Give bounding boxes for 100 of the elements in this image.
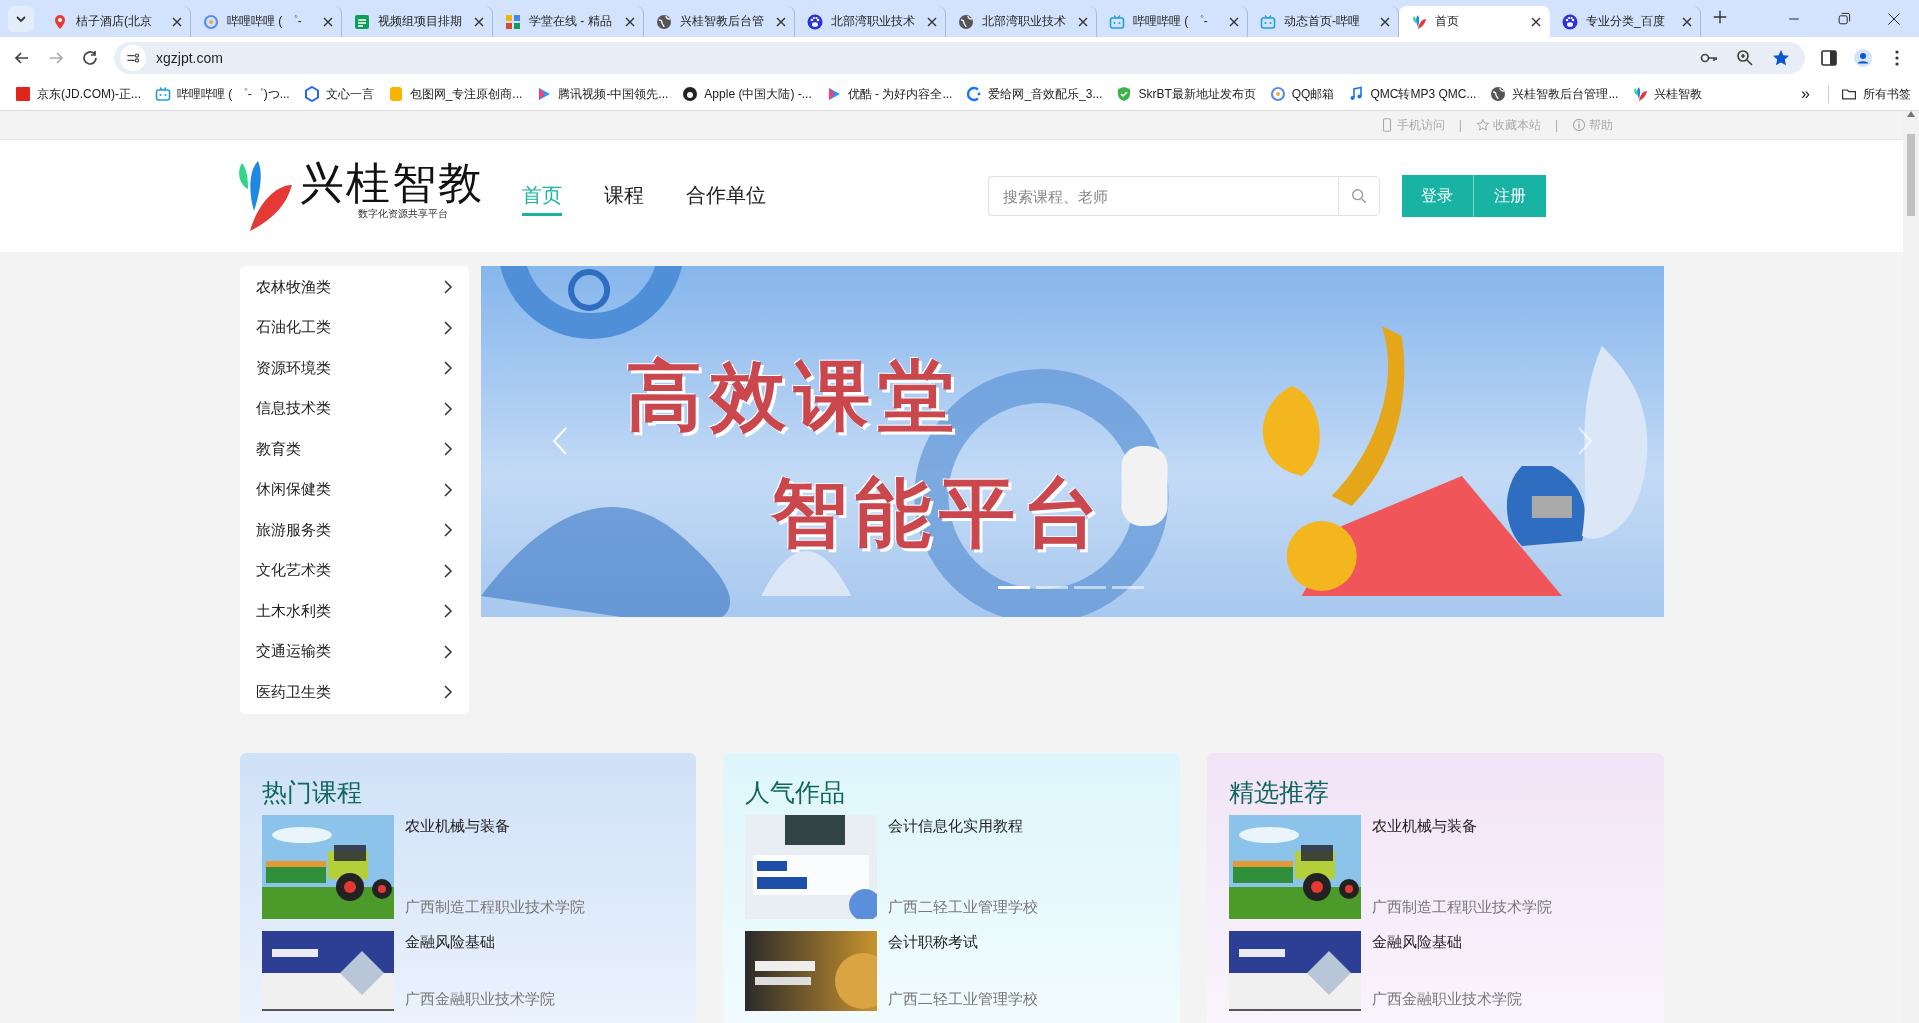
sheet-icon — [354, 13, 370, 30]
chevron-right-icon — [442, 280, 453, 295]
bookmark-item[interactable]: 文心一言 — [296, 81, 381, 107]
more-bookmarks-button[interactable]: » — [1791, 85, 1820, 103]
tv-icon — [1109, 13, 1125, 30]
new-tab-icon[interactable] — [1711, 8, 1729, 26]
banner-headline: 智能平台 — [770, 469, 1107, 557]
search-field[interactable]: 搜索课程、老师 — [987, 176, 1338, 216]
category-item[interactable]: 土木水利类 — [239, 591, 469, 632]
chevron-right-icon — [442, 563, 453, 578]
category-item[interactable]: 旅游服务类 — [239, 510, 469, 551]
school-name: 广西金融职业技术学院 — [404, 989, 555, 1009]
bookmark-item[interactable]: QQ邮箱 — [1262, 81, 1342, 107]
zoom-icon[interactable] — [1735, 47, 1755, 68]
globe-icon — [656, 13, 672, 30]
close-icon[interactable] — [1886, 10, 1902, 27]
close-icon[interactable] — [1682, 16, 1692, 27]
category-item[interactable]: 交通运输类 — [239, 631, 469, 672]
logo-text: 兴桂智教 — [299, 159, 484, 207]
chevron-right-icon — [442, 644, 453, 659]
grid-icon — [505, 13, 521, 30]
bookmark-item[interactable]: 兴桂智教后台管理... — [1483, 81, 1626, 107]
ring-icon — [1269, 86, 1286, 102]
chevron-right-icon — [442, 604, 453, 619]
leaf-logo-icon — [1632, 86, 1649, 102]
caret-icon — [15, 13, 27, 25]
bookmark-item[interactable]: 腾讯视频-中国领先... — [529, 81, 676, 107]
banner-headline: 高效课堂 — [625, 352, 963, 440]
globe-icon — [958, 13, 974, 30]
category-item[interactable]: 文化艺术类 — [239, 550, 469, 591]
close-icon[interactable] — [1380, 16, 1390, 27]
address-bar[interactable]: xgzjpt.com — [114, 41, 1805, 74]
school-name: 广西二轻工业管理学校 — [888, 897, 1039, 917]
bookmark-item[interactable]: 包图网_专注原创商... — [380, 81, 530, 107]
chevron-right-icon — [442, 401, 453, 416]
folder-icon — [1841, 86, 1857, 102]
category-item[interactable]: 医药卫生类 — [239, 672, 469, 713]
bookmark-item[interactable]: 哔哩哔哩 ( ゜-゜)つ... — [148, 81, 297, 107]
section-title: 精选推荐 — [1228, 776, 1330, 808]
tv-icon — [1260, 13, 1276, 30]
course-title[interactable]: 会计信息化实用教程 — [888, 816, 1039, 836]
bookmark-item[interactable]: Apple (中国大陆) -... — [675, 81, 819, 107]
course-title[interactable]: 金融风险基础 — [404, 932, 555, 952]
close-icon[interactable] — [474, 16, 484, 27]
bookmark-item[interactable]: 兴桂智教 — [1625, 81, 1710, 107]
close-icon[interactable] — [323, 16, 333, 27]
section-title: 人气作品 — [745, 776, 847, 808]
ring-icon — [203, 13, 219, 30]
leaf-logo-icon — [1411, 13, 1427, 30]
school-name: 广西制造工程职业技术学院 — [1371, 897, 1552, 917]
close-icon[interactable] — [1229, 16, 1239, 27]
chevron-right-icon — [442, 523, 453, 538]
separator: | — [1458, 118, 1462, 132]
chevron-right-icon — [442, 320, 453, 335]
browser-tab[interactable]: 首页 — [1399, 6, 1550, 37]
school-name: 广西二轻工业管理学校 — [888, 989, 1039, 1009]
course-title[interactable]: 会计职称考试 — [888, 932, 1039, 952]
category-item[interactable]: 资源环境类 — [239, 348, 469, 389]
url-text: xgzjpt.com — [156, 49, 224, 66]
course-title[interactable]: 农业机械与装备 — [1371, 816, 1552, 836]
map-pin-icon — [52, 13, 68, 30]
course-title[interactable]: 金融风险基础 — [1371, 932, 1522, 952]
close-icon[interactable] — [625, 16, 635, 27]
cube-icon — [303, 86, 320, 102]
tv-icon — [155, 86, 171, 102]
side-panel-icon[interactable] — [1819, 47, 1839, 68]
nav-link[interactable]: 课程 — [603, 176, 644, 216]
bookmark-item[interactable]: SkrBT最新地址发布页 — [1109, 81, 1263, 107]
category-item[interactable]: 石油化工类 — [239, 307, 469, 348]
close-icon[interactable] — [776, 16, 786, 27]
globe-icon — [1490, 86, 1507, 102]
category-item[interactable]: 信息技术类 — [239, 388, 469, 429]
school-name: 广西制造工程职业技术学院 — [404, 897, 585, 917]
bookmark-item[interactable]: QMC转MP3 QMC... — [1341, 81, 1484, 107]
logo-tagline: 数字化资源共享平台 — [357, 207, 448, 221]
bookmark-item[interactable]: 爱给网_音效配乐_3... — [959, 81, 1110, 107]
search-icon[interactable] — [1349, 187, 1368, 205]
nav-link[interactable]: 合作单位 — [685, 176, 766, 216]
close-icon[interactable] — [927, 16, 937, 27]
restore-icon[interactable] — [1836, 10, 1852, 27]
square-logo-icon — [15, 86, 31, 102]
bookmark-item[interactable]: 优酷 - 为好内容全... — [818, 81, 960, 107]
close-icon[interactable] — [1078, 16, 1088, 27]
carousel-indicator[interactable] — [997, 586, 1030, 589]
shield-icon — [1116, 86, 1133, 102]
music-note-icon — [1348, 86, 1365, 102]
tile-icon — [387, 86, 404, 102]
section-title: 热门课程 — [261, 776, 363, 808]
category-item[interactable]: 农林牧渔类 — [239, 267, 469, 308]
bookmark-item[interactable]: 京东(JD.COM)-正... — [8, 81, 148, 107]
tab-search-button[interactable] — [8, 6, 34, 32]
category-item[interactable]: 教育类 — [239, 429, 469, 470]
all-bookmarks-button[interactable]: 所有书签 — [1828, 85, 1911, 103]
category-item[interactable]: 休闲保健类 — [239, 469, 469, 510]
course-title[interactable]: 农业机械与装备 — [404, 816, 585, 836]
close-icon[interactable] — [172, 16, 182, 27]
chevron-right-icon — [442, 685, 453, 700]
close-icon[interactable] — [1531, 16, 1541, 27]
scrollbar-thumb[interactable] — [1907, 134, 1915, 216]
profile-icon[interactable] — [1853, 47, 1873, 68]
